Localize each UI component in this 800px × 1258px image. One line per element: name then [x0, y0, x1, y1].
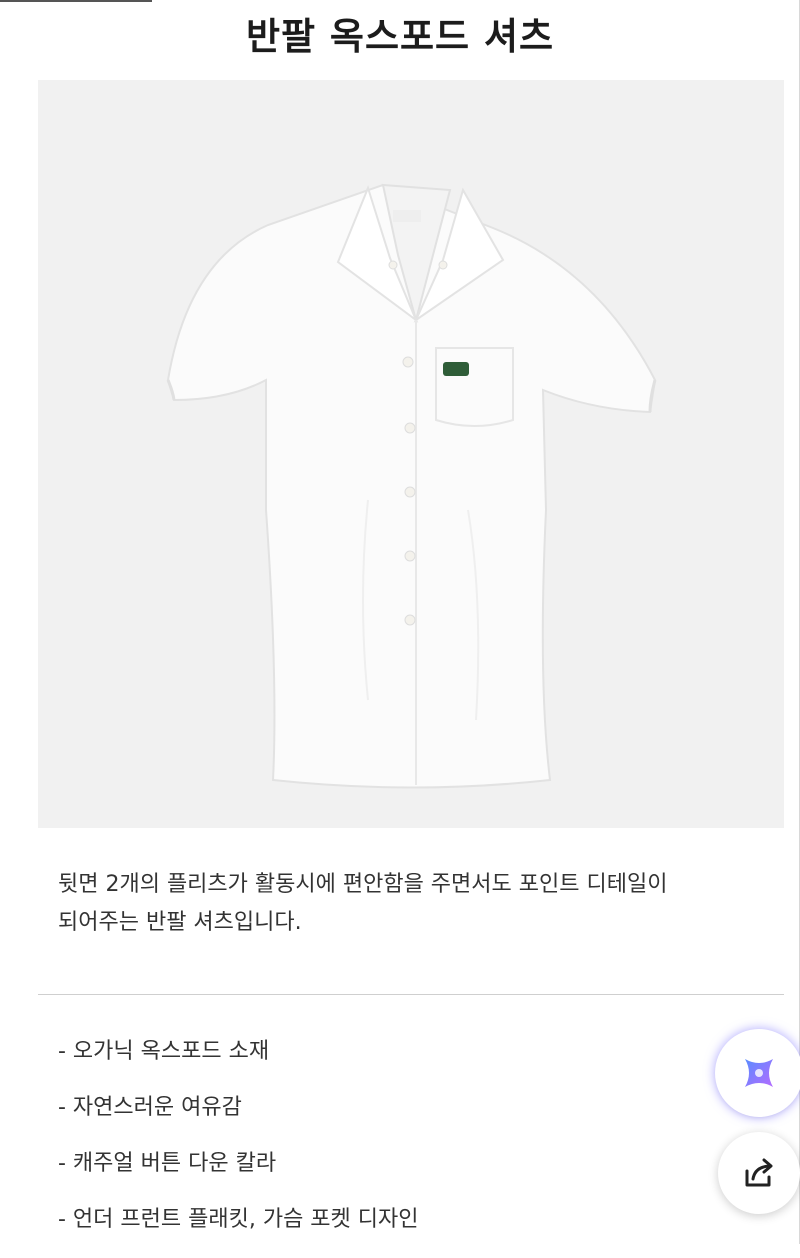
- top-rule: [0, 0, 152, 2]
- description-line-1: 뒷면 2개의 플리츠가 활동시에 편안함을 주면서도 포인트 디테일이: [58, 872, 668, 897]
- feature-item: - 언더 프런트 플래킷, 가슴 포켓 디자인: [58, 1207, 419, 1232]
- feature-item: - 캐주얼 버튼 다운 칼라: [58, 1151, 277, 1176]
- product-title: 반팔 옥스포드 셔츠: [245, 15, 555, 58]
- sparkle-icon: [745, 1059, 773, 1087]
- feature-item: - 자연스러운 여유감: [58, 1095, 242, 1120]
- feature-list: - 오가닉 옥스포드 소재 - 자연스러운 여유감 - 캐주얼 버튼 다운 칼라…: [58, 1034, 419, 1258]
- ai-assistant-button[interactable]: [718, 1032, 800, 1114]
- product-description: 뒷면 2개의 플리츠가 활동시에 편안함을 주면서도 포인트 디테일이 되어주는…: [58, 866, 778, 942]
- section-divider: [38, 994, 784, 995]
- description-line-2: 되어주는 반팔 셔츠입니다.: [58, 910, 302, 935]
- shirt-image: [166, 183, 657, 789]
- product-photo: [38, 80, 784, 828]
- share-button[interactable]: [718, 1132, 800, 1214]
- feature-item: - 오가닉 옥스포드 소재: [58, 1039, 270, 1064]
- share-icon: [745, 1158, 773, 1187]
